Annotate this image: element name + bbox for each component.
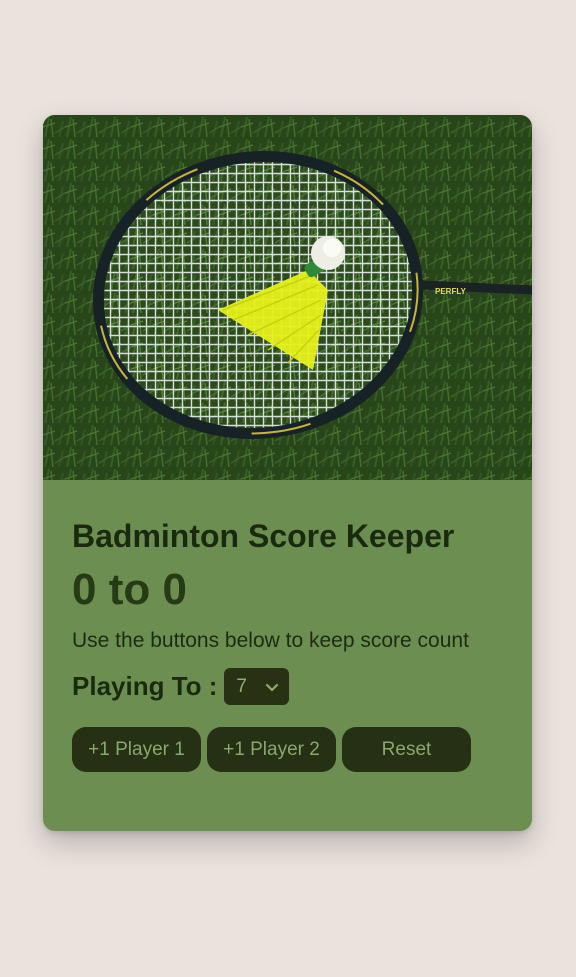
score-panel: Badminton Score Keeper 0 to 0 Use the bu… — [72, 515, 512, 772]
playing-to-value: 7 — [236, 675, 247, 697]
reset-button[interactable]: Reset — [342, 727, 471, 772]
playing-to-label: Playing To : — [72, 671, 218, 701]
page-title: Badminton Score Keeper — [72, 518, 455, 554]
chevron-down-icon — [266, 683, 279, 691]
playing-to-select[interactable]: 7 — [224, 668, 290, 705]
add-player2-button[interactable]: +1 Player 2 — [207, 727, 336, 772]
playing-to-row: Playing To : 7 — [72, 668, 512, 705]
button-row: +1 Player 1 +1 Player 2 Reset — [72, 727, 512, 772]
instructions-text: Use the buttons below to keep score coun… — [72, 629, 469, 652]
racket-brand-text: PERFLY — [435, 287, 466, 296]
add-player1-button[interactable]: +1 Player 1 — [72, 727, 201, 772]
score-keeper-card: PERFLY Badminton Score Keeper 0 to 0 Use… — [43, 115, 532, 831]
score-display: 0 to 0 — [72, 565, 187, 614]
hero-image: PERFLY — [43, 115, 532, 480]
